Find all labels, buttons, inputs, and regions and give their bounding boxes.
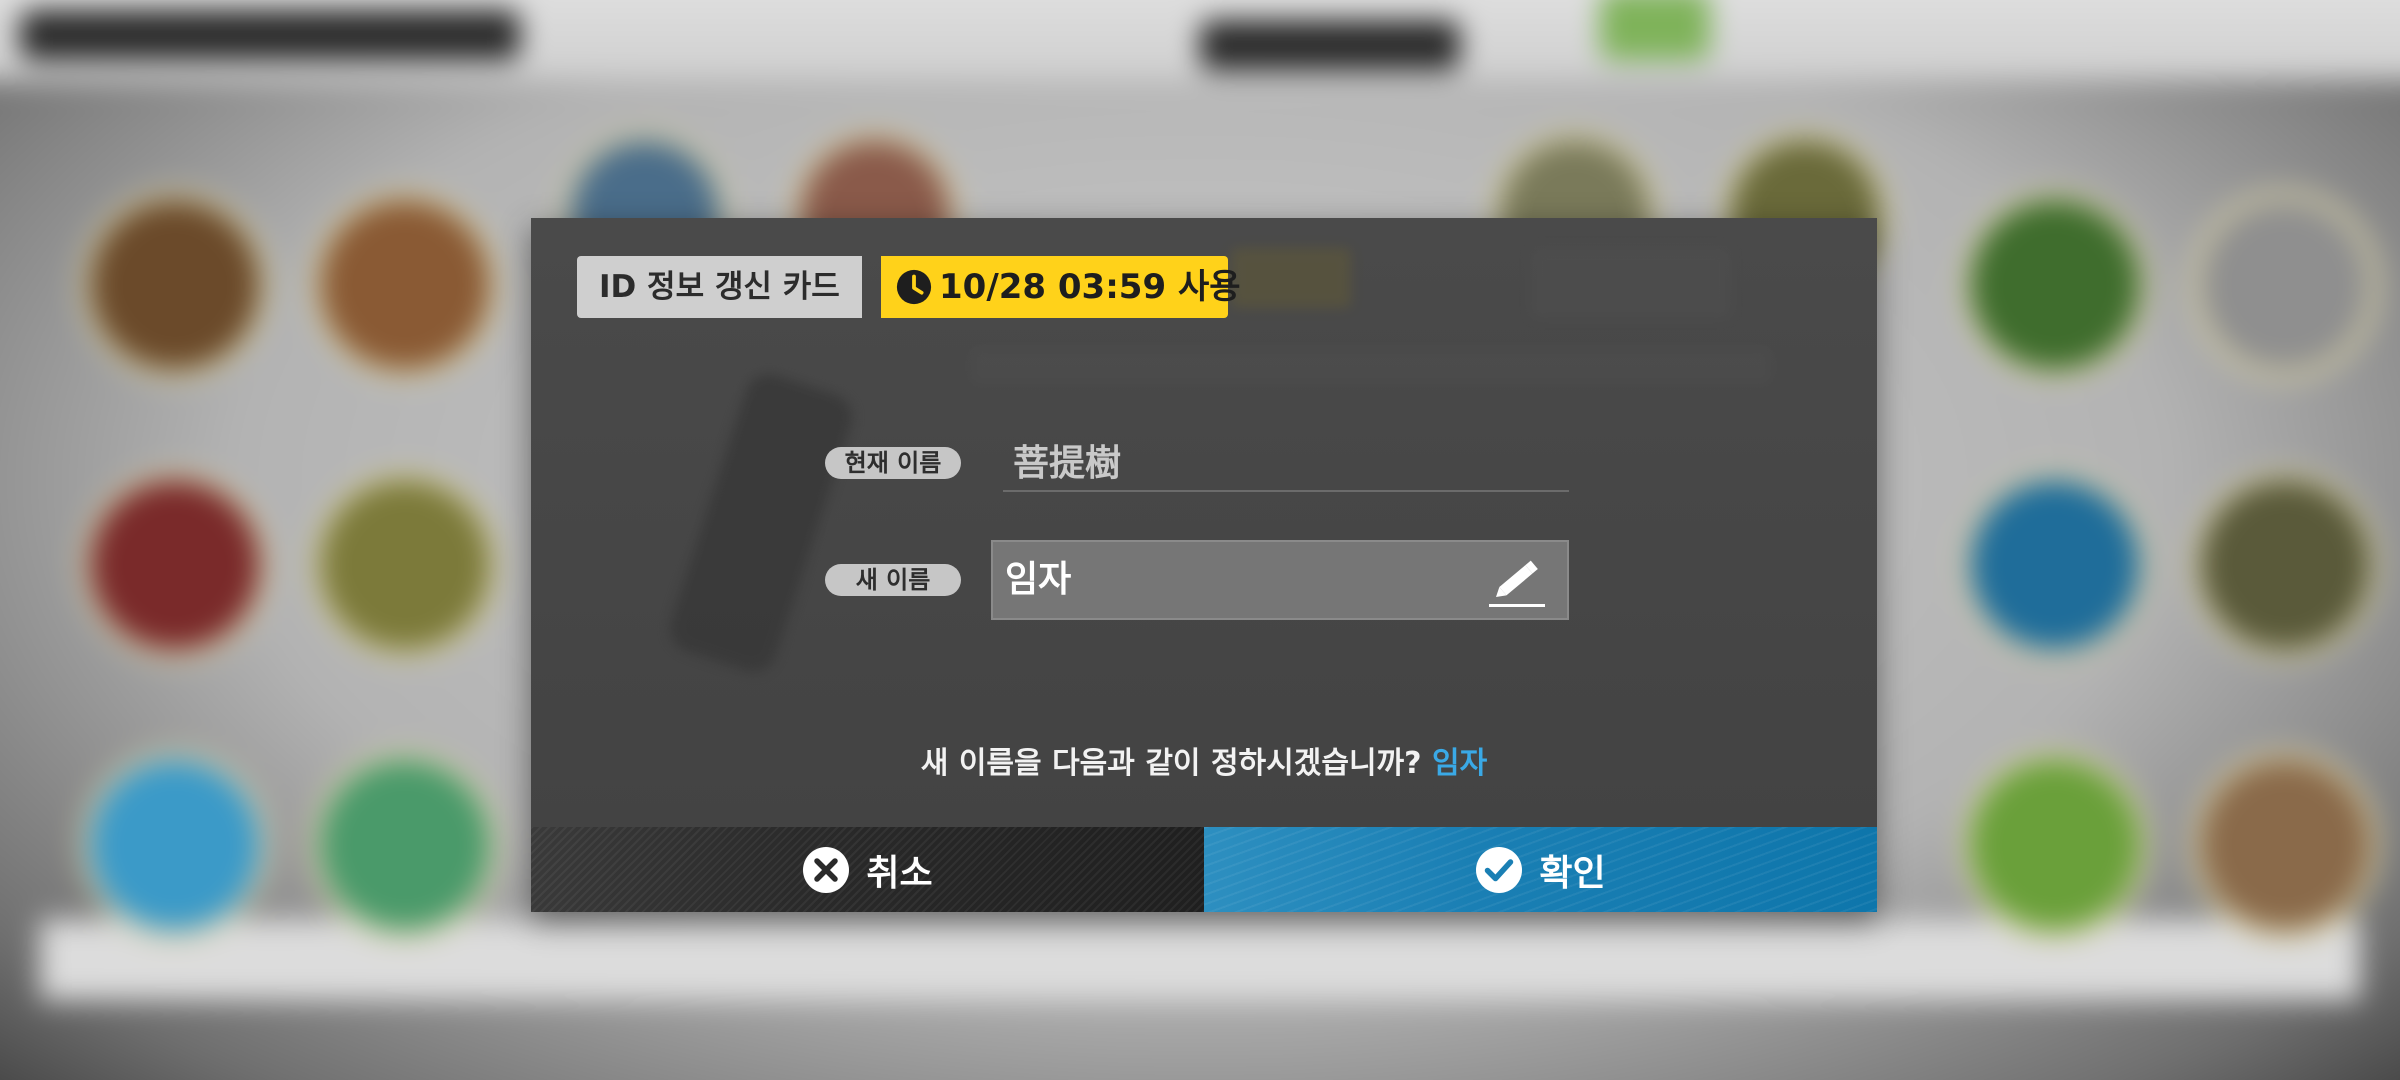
expiry-text: 10/28 03:59 사용 [939,267,1241,307]
background-avatar [310,750,500,940]
background-avatar [2190,190,2380,380]
current-name-value: 菩提樹 [1003,436,1569,492]
background-header-badge [1600,0,1710,60]
confirm-button[interactable]: 확인 [1204,827,1877,912]
new-name-value: 임자 [1005,559,1072,600]
background-avatar [1960,470,2150,660]
background-item-silhouette [663,368,859,678]
background-avatar [2190,470,2380,660]
item-title-tag: ID 정보 갱신 카드 [577,256,862,318]
confirm-question-text: 새 이름을 다음과 같이 정하시겠습니까? [920,746,1422,781]
new-name-input[interactable]: 임자 [991,540,1569,620]
cancel-button[interactable]: 취소 [531,827,1204,912]
confirm-button-label: 확인 [1539,852,1606,894]
background-avatar [80,190,270,380]
background-avatar [80,470,270,660]
cancel-button-label: 취소 [866,852,933,894]
confirm-question: 새 이름을 다음과 같이 정하시겠습니까? 임자 [531,738,1877,782]
pencil-icon[interactable] [1485,554,1549,610]
background-header-pill [1200,20,1460,70]
background-avatar [310,470,500,660]
current-name-label: 현재 이름 [825,447,961,479]
expiry-tag: 10/28 03:59 사용 [881,256,1241,318]
background-avatar [1960,750,2150,940]
clock-icon [896,269,932,305]
background-text-ghost [1531,248,1731,318]
background-avatar [1960,190,2150,380]
background-text-ghost [971,348,1771,384]
background-avatar [80,750,270,940]
background-header-bar [20,10,520,60]
new-name-label: 새 이름 [825,564,961,596]
confirm-question-name: 임자 [1432,746,1488,781]
background-avatar [2190,750,2380,940]
close-circle-icon [803,846,850,893]
background-avatar [310,190,500,380]
check-circle-icon [1476,846,1523,893]
dialog-body: ID 정보 갱신 카드 10/28 03:59 사용 현재 이름 菩提樹 새 이… [531,218,1877,827]
rename-dialog: ID 정보 갱신 카드 10/28 03:59 사용 현재 이름 菩提樹 새 이… [531,218,1877,912]
background-text-ghost [1231,248,1351,308]
